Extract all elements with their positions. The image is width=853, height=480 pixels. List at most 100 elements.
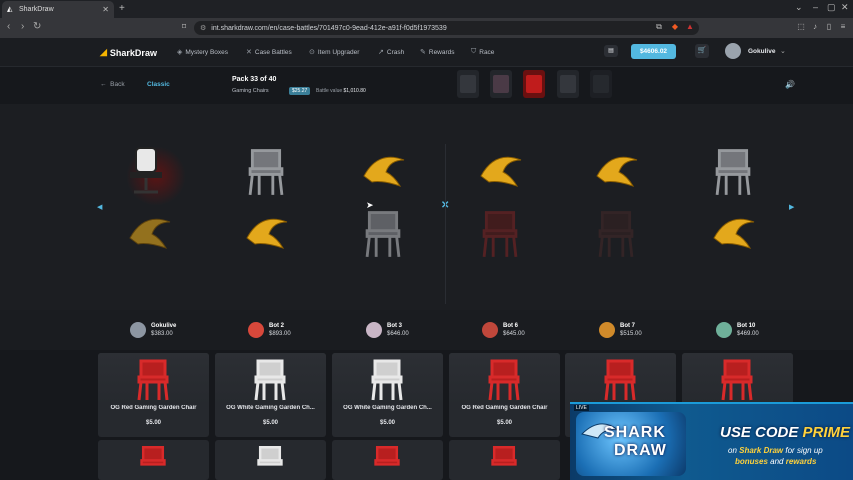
red-chair-icon <box>721 359 753 401</box>
item-name: OG Red Gaming Garden Chair <box>110 405 197 411</box>
won-item-card[interactable]: OG Red Gaming Garden Chair $5.00 <box>449 353 560 437</box>
forward-arrow-icon[interactable]: › <box>21 21 24 32</box>
avatar <box>248 322 264 338</box>
player-card: Bot 3 $646.00 <box>366 322 409 338</box>
site-info-icon[interactable]: ⚙ <box>200 24 206 32</box>
back-arrow-icon[interactable]: ‹ <box>7 21 10 32</box>
case-thumbnail-current <box>523 70 545 98</box>
media-icon[interactable]: ♪ <box>810 22 820 32</box>
white-chair-icon <box>257 446 283 466</box>
player-card: Bot 6 $645.00 <box>482 322 525 338</box>
red-chair-icon <box>374 446 400 466</box>
tag-icon: ✎ <box>420 49 426 56</box>
case-thumbnail <box>590 70 612 98</box>
us-flag-icon[interactable]: ▤ <box>604 45 618 57</box>
player-card: Bot 7 $515.00 <box>599 322 642 338</box>
won-item-card[interactable] <box>215 440 326 480</box>
battle-mode: Classic <box>147 81 170 88</box>
golden-shark-icon <box>477 146 537 206</box>
avatar[interactable] <box>725 43 741 59</box>
new-tab-icon[interactable]: + <box>119 3 125 14</box>
nav-race[interactable]: ⛉ Race <box>471 48 494 56</box>
battle-value-label: Battle value <box>316 88 343 94</box>
brave-rewards-icon[interactable]: ▲ <box>685 22 695 32</box>
won-item-card[interactable]: OG White Gaming Garden Ch... $5.00 <box>215 353 326 437</box>
avatar <box>599 322 615 338</box>
menu-icon[interactable]: ≡ <box>838 22 848 32</box>
sharkdraw-logo[interactable]: ◢ SharkDraw <box>100 47 157 58</box>
case-thumbnail <box>457 70 479 98</box>
won-item-card[interactable]: OG White Gaming Garden Ch... $5.00 <box>332 353 443 437</box>
extensions-icon[interactable]: ⬚ <box>796 22 806 32</box>
player-value: $645.00 <box>503 331 525 337</box>
promo-highlight: Shark Draw <box>739 446 784 455</box>
close-window-icon[interactable]: ✕ <box>841 2 849 13</box>
address-bar[interactable]: ⚙ int.sharkdraw.com/en/case-battles/7014… <box>194 21 699 35</box>
close-tab-icon[interactable]: ✕ <box>102 5 109 14</box>
sidebar-icon[interactable]: ▯ <box>824 22 834 32</box>
player-value: $383.00 <box>151 331 173 337</box>
username[interactable]: Gokulive <box>748 48 775 55</box>
player-value: $469.00 <box>737 331 759 337</box>
swords-icon: ✕ <box>246 49 252 56</box>
promo-text: for sign up <box>783 446 823 455</box>
golden-shark-icon <box>243 208 303 268</box>
site-header: ◢ SharkDraw ◈ Mystery Boxes ✕ Case Battles… <box>0 38 853 67</box>
won-item-card[interactable] <box>98 440 209 480</box>
won-item-card[interactable] <box>449 440 560 480</box>
brave-shield-icon[interactable]: ◆ <box>670 22 680 32</box>
red-chair-icon <box>488 359 520 401</box>
reload-icon[interactable]: ↻ <box>33 21 41 32</box>
won-item-card[interactable] <box>332 440 443 480</box>
slot-arrow-right-icon: ▶ <box>789 204 795 211</box>
nav-label: Mystery Boxes <box>185 48 229 56</box>
promo-code-line: USE CODE PRIME <box>720 424 850 441</box>
battle-value: Battle value $1,010.80 <box>316 88 366 94</box>
red-chair-icon <box>477 208 537 268</box>
maximize-icon[interactable]: ▢ <box>827 2 836 13</box>
battle-value-amount: $1,010.80 <box>343 88 366 94</box>
promo-highlight: bonuses <box>735 457 768 466</box>
cart-icon[interactable]: 🛒 <box>695 44 709 58</box>
case-thumbnail <box>490 70 512 98</box>
red-chair-icon <box>491 446 517 466</box>
sound-icon[interactable]: 🔊 <box>785 80 795 89</box>
white-chair-icon <box>371 359 403 401</box>
nav-label: Crash <box>386 48 405 56</box>
white-chair-icon <box>360 208 420 268</box>
chevron-down-icon[interactable]: ⌄ <box>780 47 786 55</box>
white-chair-icon <box>243 146 303 206</box>
tab-search-icon[interactable]: ⌄ <box>795 2 803 13</box>
avatar <box>482 322 498 338</box>
won-item-card[interactable]: OG Red Gaming Garden Chair $5.00 <box>98 353 209 437</box>
url-text: int.sharkdraw.com/en/case-battles/701497… <box>211 24 447 32</box>
browser-tab[interactable]: ◭ SharkDraw ✕ <box>2 1 114 18</box>
minimize-icon[interactable]: – <box>813 2 818 12</box>
back-button[interactable]: ← Back <box>100 81 125 88</box>
nav-label: Race <box>479 48 495 56</box>
gaming-chair-icon <box>126 146 186 206</box>
case-thumbnail <box>557 70 579 98</box>
item-name: OG White Gaming Garden Ch... <box>226 405 315 411</box>
nav-mystery-boxes[interactable]: ◈ Mystery Boxes <box>177 48 229 57</box>
nav-item-upgrader[interactable]: ⊙ Item Upgrader <box>309 48 360 57</box>
bookmark-icon[interactable]: ⌑ <box>179 22 189 32</box>
golden-shark-icon <box>126 208 186 268</box>
player-name: Bot 6 <box>503 323 518 329</box>
translate-icon[interactable]: ⧉ <box>654 22 664 32</box>
balance-button[interactable]: $4606.02 <box>631 44 676 59</box>
box-icon: ◈ <box>177 49 183 56</box>
player-value: $646.00 <box>387 331 409 337</box>
nav-crash[interactable]: ↗ Crash <box>378 48 405 57</box>
nav-rewards[interactable]: ✎ Rewards <box>420 48 455 57</box>
nav-label: Item Upgrader <box>317 48 360 56</box>
avatar <box>130 322 146 338</box>
promo-code: PRIME <box>802 424 851 441</box>
white-chair-icon <box>254 359 286 401</box>
item-name: OG White Gaming Garden Ch... <box>343 405 432 411</box>
player-value: $893.00 <box>269 331 291 337</box>
item-price: $5.00 <box>145 420 161 426</box>
red-chair-icon <box>140 446 166 466</box>
nav-case-battles[interactable]: ✕ Case Battles <box>246 48 292 57</box>
slot-arrow-left-icon: ◀ <box>97 204 103 211</box>
